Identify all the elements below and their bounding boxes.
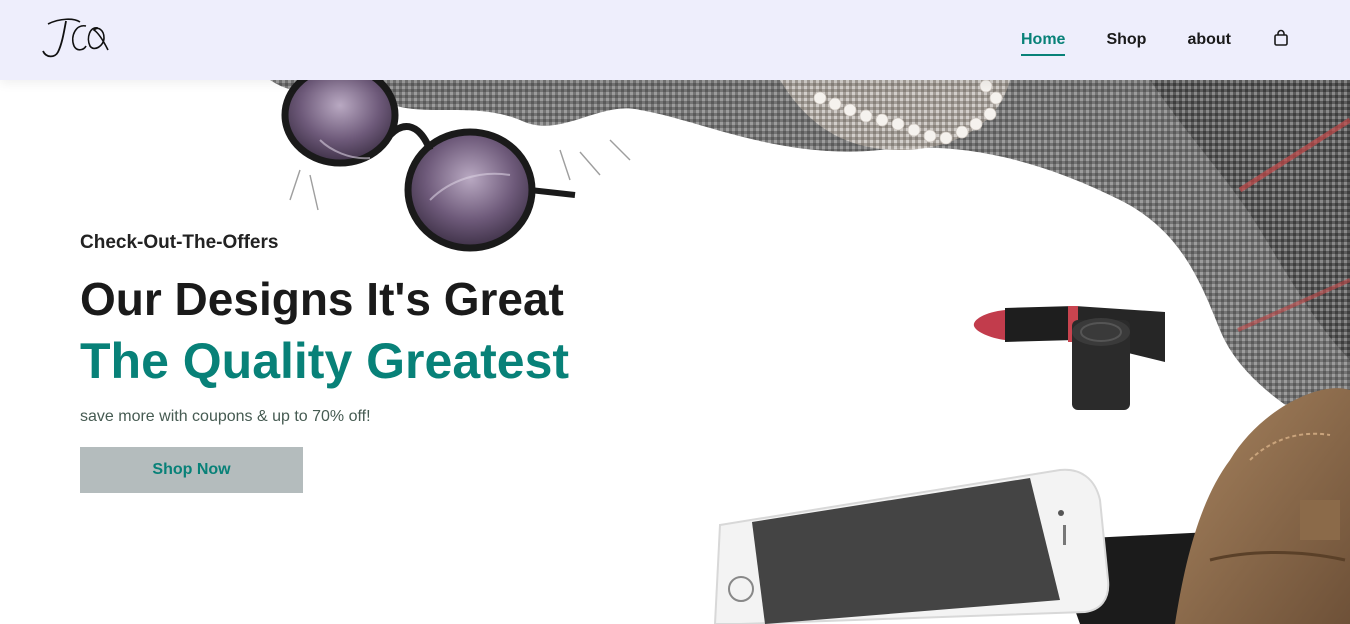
page: Home Shop about Check-Out-The-Offers Our… bbox=[0, 0, 1350, 624]
cart-link[interactable] bbox=[1272, 23, 1290, 58]
hero-subtext: save more with coupons & up to 70% off! bbox=[80, 408, 371, 425]
lipstick bbox=[973, 306, 1165, 410]
nav-about[interactable]: about bbox=[1187, 25, 1231, 55]
site-header: Home Shop about bbox=[0, 0, 1350, 80]
hero-highlight: The Quality Greatest bbox=[80, 333, 570, 389]
nav-shop[interactable]: Shop bbox=[1106, 25, 1146, 55]
nav-home[interactable]: Home bbox=[1021, 25, 1066, 56]
logo-link[interactable] bbox=[40, 16, 110, 65]
hero-eyebrow: Check-Out-The-Offers bbox=[80, 232, 279, 253]
hero-content: Check-Out-The-Offers Our Designs It's Gr… bbox=[80, 232, 569, 493]
logo-icon bbox=[42, 17, 109, 57]
hero-heading: Our Designs It's Great bbox=[80, 273, 564, 325]
shopping-bag-icon bbox=[1274, 29, 1288, 46]
shop-now-button[interactable]: Shop Now bbox=[80, 447, 303, 493]
main-nav: Home Shop about bbox=[1021, 23, 1290, 58]
